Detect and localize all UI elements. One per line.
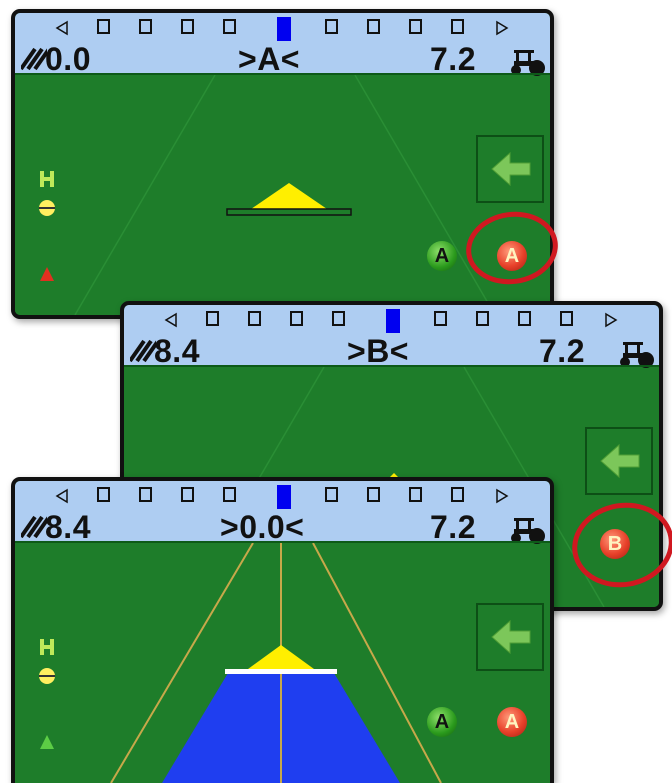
- led-row: [55, 17, 510, 41]
- led: [560, 311, 573, 326]
- led: [97, 19, 110, 34]
- horizon-line: [15, 541, 550, 543]
- right-arrow-icon: [496, 488, 509, 504]
- return-button[interactable]: [476, 135, 544, 203]
- return-arrow-icon: [600, 443, 640, 479]
- boom-icon: [39, 639, 55, 684]
- guidance-screen-a: 0.0 >A< 7.2 A A: [11, 9, 554, 319]
- hatch-icon: [130, 339, 156, 363]
- center-led: [277, 485, 291, 509]
- led: [248, 311, 261, 326]
- guidance-lines: [110, 543, 442, 783]
- return-arrow-icon: [491, 151, 531, 187]
- led: [434, 311, 447, 326]
- mark-a-button[interactable]: A: [427, 241, 457, 271]
- boom-icon: [39, 171, 55, 216]
- led: [518, 311, 531, 326]
- led: [139, 19, 152, 34]
- field-view: [15, 75, 550, 315]
- left-arrow-icon: [55, 488, 68, 504]
- led-row: [164, 309, 619, 333]
- led: [290, 311, 303, 326]
- led: [451, 19, 464, 34]
- status-row: 8.4 >0.0< 7.2: [15, 509, 550, 545]
- tractor-icon: [620, 342, 654, 368]
- led: [181, 487, 194, 502]
- right-arrow-icon: [605, 312, 618, 328]
- return-button[interactable]: [585, 427, 653, 495]
- hatch-icon: [21, 515, 47, 539]
- position-marker-icon: [40, 267, 54, 281]
- led: [451, 487, 464, 502]
- led: [181, 19, 194, 34]
- led: [367, 19, 380, 34]
- center-led: [277, 17, 291, 41]
- hatch-icon: [21, 47, 47, 71]
- horizon-line: [124, 365, 659, 367]
- lightbar: 8.4 >0.0< 7.2: [15, 481, 550, 545]
- position-marker-icon: [40, 735, 54, 749]
- led: [223, 19, 236, 34]
- led: [409, 487, 422, 502]
- left-arrow-icon: [164, 312, 177, 328]
- right-arrow-icon: [496, 20, 509, 36]
- led: [325, 19, 338, 34]
- return-arrow-icon: [491, 619, 531, 655]
- led: [476, 311, 489, 326]
- led: [332, 311, 345, 326]
- led: [97, 487, 110, 502]
- tractor-icon: [511, 518, 545, 544]
- set-a-button[interactable]: A: [497, 707, 527, 737]
- led-row: [55, 485, 510, 509]
- status-row: 8.4 >B< 7.2: [124, 333, 659, 369]
- led: [139, 487, 152, 502]
- guidance-screen-active: 8.4 >0.0< 7.2 A A: [11, 477, 554, 783]
- tractor-icon: [511, 50, 545, 76]
- horizon-line: [15, 73, 550, 75]
- vehicle-triangle-icon: [226, 183, 352, 216]
- led: [325, 487, 338, 502]
- left-arrow-icon: [55, 20, 68, 36]
- status-row: 0.0 >A< 7.2: [15, 41, 550, 77]
- led: [223, 487, 236, 502]
- lightbar: 8.4 >B< 7.2: [124, 305, 659, 369]
- mark-a-button[interactable]: A: [427, 707, 457, 737]
- led: [367, 487, 380, 502]
- field-view: [15, 543, 550, 783]
- return-button[interactable]: [476, 603, 544, 671]
- center-led: [386, 309, 400, 333]
- lightbar: 0.0 >A< 7.2: [15, 13, 550, 77]
- led: [206, 311, 219, 326]
- led: [409, 19, 422, 34]
